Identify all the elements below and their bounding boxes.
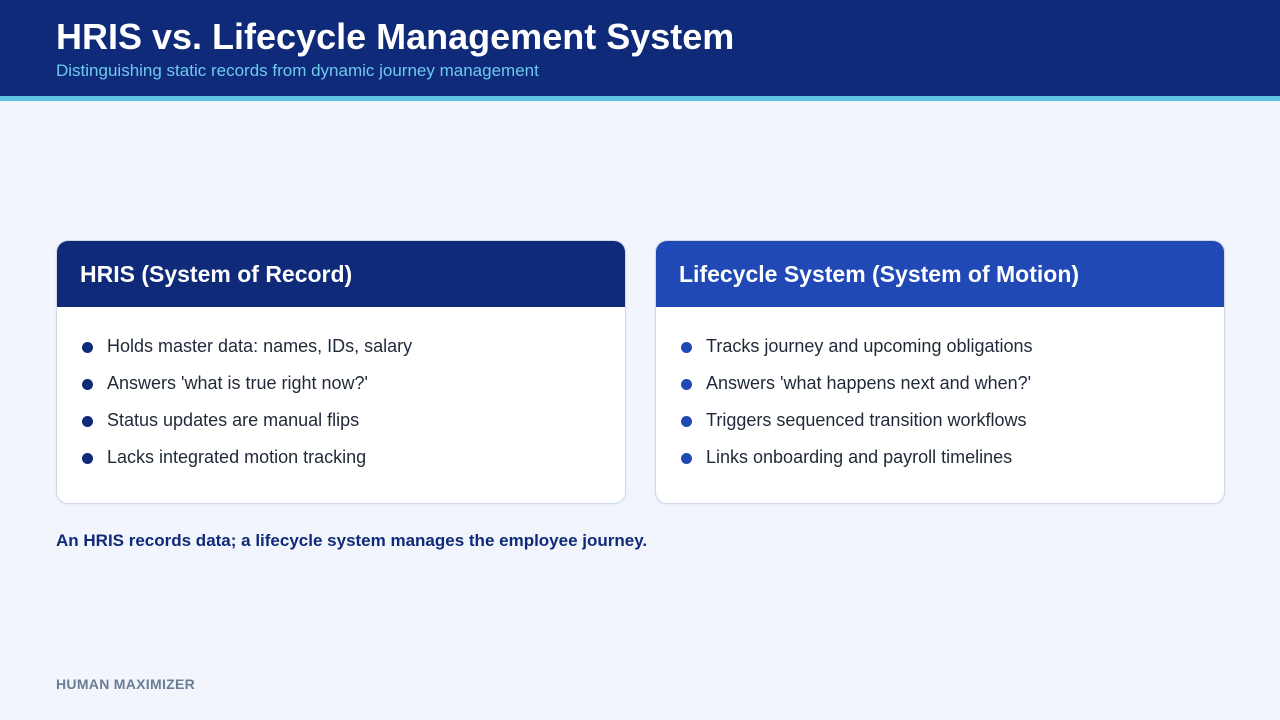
list-item-text: Holds master data: names, IDs, salary: [107, 336, 413, 356]
lifecycle-card-list: Tracks journey and upcoming obligations …: [656, 307, 1224, 476]
hris-card: HRIS (System of Record) Holds master dat…: [56, 240, 626, 504]
list-item: Tracks journey and upcoming obligations: [680, 328, 1224, 365]
summary-text: An HRIS records data; a lifecycle system…: [56, 531, 648, 550]
bullet-icon: [681, 416, 692, 427]
list-item: Answers 'what is true right now?': [81, 365, 625, 402]
lifecycle-card-title: Lifecycle System (System of Motion): [679, 260, 1080, 287]
bullet-icon: [681, 453, 692, 464]
list-item-text: Triggers sequenced transition workflows: [706, 410, 1027, 430]
list-item-text: Tracks journey and upcoming obligations: [706, 336, 1033, 356]
header-banner: HRIS vs. Lifecycle Management System Dis…: [0, 0, 1280, 101]
list-item: Answers 'what happens next and when?': [680, 365, 1224, 402]
list-item: Triggers sequenced transition workflows: [680, 402, 1224, 439]
hris-card-header: HRIS (System of Record): [57, 241, 625, 307]
hris-card-title: HRIS (System of Record): [80, 260, 353, 287]
bullet-icon: [82, 379, 93, 390]
list-item: Links onboarding and payroll timelines: [680, 439, 1224, 476]
list-item: Lacks integrated motion tracking: [81, 439, 625, 476]
list-item: Holds master data: names, IDs, salary: [81, 328, 625, 365]
page-subtitle: Distinguishing static records from dynam…: [56, 61, 539, 80]
bullet-icon: [681, 379, 692, 390]
lifecycle-card-header: Lifecycle System (System of Motion): [656, 241, 1224, 307]
list-item: Status updates are manual flips: [81, 402, 625, 439]
slide: HRIS vs. Lifecycle Management System Dis…: [0, 0, 1280, 720]
bullet-icon: [82, 416, 93, 427]
list-item-text: Links onboarding and payroll timelines: [706, 447, 1013, 467]
list-item-text: Answers 'what is true right now?': [107, 373, 368, 393]
footer-brand: HUMAN MAXIMIZER: [56, 676, 196, 692]
bullet-icon: [82, 342, 93, 353]
list-item-text: Status updates are manual flips: [107, 410, 360, 430]
list-item-text: Lacks integrated motion tracking: [107, 447, 367, 467]
page-title: HRIS vs. Lifecycle Management System: [56, 16, 735, 57]
lifecycle-card: Lifecycle System (System of Motion) Trac…: [655, 240, 1225, 504]
hris-card-list: Holds master data: names, IDs, salary An…: [57, 307, 625, 476]
list-item-text: Answers 'what happens next and when?': [706, 373, 1032, 393]
bullet-icon: [82, 453, 93, 464]
bullet-icon: [681, 342, 692, 353]
